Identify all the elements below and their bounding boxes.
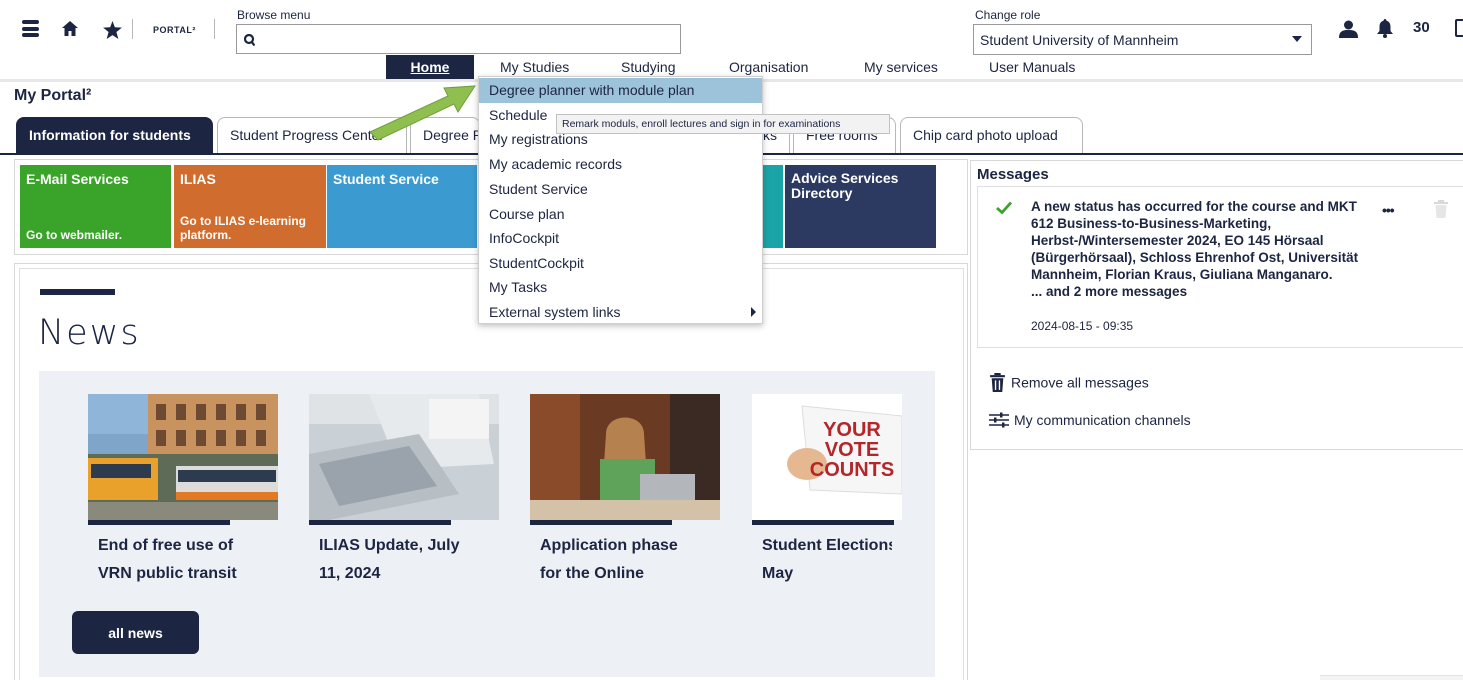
more-messages-link[interactable]: ... and 2 more messages (1031, 284, 1187, 299)
menu-item-course-plan[interactable]: Course plan (479, 202, 762, 227)
card-underline (309, 520, 451, 525)
remove-all-label: Remove all messages (1011, 374, 1149, 391)
tram-photo[interactable] (88, 394, 278, 520)
menu-item-my-tasks[interactable]: My Tasks (479, 275, 762, 300)
card-title-line: VRN public transit (98, 565, 237, 582)
news-section: News End of free use of VRN public trans… (14, 263, 968, 680)
news-card-title[interactable]: End of free use of VRN public transit (88, 532, 268, 588)
menu-item-studentcockpit[interactable]: StudentCockpit (479, 251, 762, 276)
remove-all-messages-button[interactable]: Remove all messages (989, 373, 1149, 395)
message-body: A new status has occurred for the course… (1031, 199, 1359, 282)
home-icon[interactable] (62, 21, 78, 41)
tile-advice-services-directory[interactable]: Advice Services Directory (785, 165, 936, 248)
sign-line: COUNTS (810, 459, 894, 481)
card-title-line: 11, 2024 (319, 565, 381, 582)
card-title-line: ILIAS Update, July (319, 537, 460, 554)
search-input[interactable] (237, 25, 680, 53)
portal-logo[interactable]: PORTAL² (153, 25, 196, 35)
browse-menu-label: Browse menu (237, 8, 311, 22)
menu-item-my-academic-records[interactable]: My academic records (479, 152, 762, 177)
sign-line: YOUR (823, 419, 881, 441)
tile-title: Student Service (333, 171, 439, 187)
annotation-arrow-icon (340, 82, 480, 147)
tile-ilias[interactable]: ILIAS Go to ILIAS e-learning platform. (174, 165, 326, 248)
separator (132, 19, 133, 39)
news-card-title[interactable]: ILIAS Update, July 11, 2024 (309, 532, 489, 588)
tab-information-for-students[interactable]: Information for students (16, 117, 213, 153)
message-timestamp: 2024-08-15 - 09:35 (1031, 319, 1134, 333)
news-card-title[interactable]: Application phase for the Online (530, 532, 710, 588)
your-vote-counts-sign[interactable]: YOUR VOTE COUNTS (752, 394, 902, 520)
news-card[interactable]: Application phase for the Online (530, 394, 720, 588)
card-underline (530, 520, 672, 525)
menu-item-student-service[interactable]: Student Service (479, 177, 762, 202)
chevron-right-icon (751, 307, 756, 317)
card-title-line: May (762, 565, 794, 582)
card-title-line: Student Elections (762, 537, 892, 554)
messages-panel: Messages A new status has occurred for t… (970, 160, 1463, 450)
news-card[interactable]: YOUR VOTE COUNTS Student Elections May (752, 394, 902, 588)
communication-channels-button[interactable]: My communication channels (989, 412, 1191, 431)
menu-item-infocockpit[interactable]: InfoCockpit (479, 226, 762, 251)
star-icon[interactable] (103, 21, 122, 44)
card-title-line: End of free use of (98, 537, 234, 554)
tile-email-services[interactable]: E-Mail Services Go to webmailer. (20, 165, 171, 248)
nav-my-services[interactable]: My services (864, 55, 938, 79)
tile-subtitle: Go to webmailer. (26, 228, 123, 242)
news-heading: News (38, 313, 141, 353)
messages-title: Messages (977, 166, 1049, 183)
laptop-photo[interactable] (309, 394, 499, 520)
tab-chip-card-photo-upload[interactable]: Chip card photo upload (900, 117, 1083, 153)
news-carousel: End of free use of VRN public transit IL… (39, 371, 935, 677)
check-icon (996, 201, 1013, 219)
header: PORTAL² Browse menu Change role Student … (0, 0, 1463, 80)
message-text: A new status has occurred for the course… (1031, 198, 1381, 300)
search-icon (243, 33, 256, 51)
sidebar-toggle-icon[interactable] (1455, 19, 1463, 37)
role-select[interactable]: Student University of Mannheim (973, 24, 1312, 55)
news-card[interactable]: ILIAS Update, July 11, 2024 (309, 394, 499, 588)
role-select-value: Student University of Mannheim (980, 32, 1179, 48)
tooltip: Remark moduls, enroll lectures and sign … (556, 114, 890, 134)
nav-user-manuals[interactable]: User Manuals (989, 55, 1075, 79)
tile-subtitle: Go to ILIAS e-learning platform. (180, 214, 307, 242)
tile-title: Advice Services Directory (791, 170, 899, 201)
page-title: My Portal² (14, 87, 92, 104)
tile-title: ILIAS (180, 171, 216, 187)
separator (214, 19, 215, 39)
more-options-icon[interactable]: ••• (1382, 202, 1395, 218)
sign-line: VOTE (825, 439, 879, 461)
sliders-icon (989, 412, 1009, 431)
tile-student-service[interactable]: Student Service (327, 165, 477, 248)
card-underline (752, 520, 894, 525)
menu-item-external-system-links[interactable]: External system links (479, 300, 762, 325)
trash-icon (989, 373, 1006, 395)
communication-channels-label: My communication channels (1014, 412, 1191, 429)
message-item[interactable]: A new status has occurred for the course… (977, 186, 1463, 348)
card-title-line: Application phase (540, 537, 678, 554)
notification-count[interactable]: 30 (1413, 19, 1430, 36)
menu-item-label: External system links (489, 304, 621, 320)
news-container: News End of free use of VRN public trans… (19, 268, 964, 680)
hamburger-menu-icon[interactable] (22, 20, 39, 37)
news-card[interactable]: End of free use of VRN public transit (88, 394, 278, 588)
all-news-button[interactable]: all news (72, 611, 199, 654)
card-title-line: for the Online (540, 565, 644, 582)
chevron-down-icon (1292, 36, 1302, 42)
tile-title: E-Mail Services (26, 171, 129, 187)
bell-icon[interactable] (1377, 19, 1393, 43)
card-underline (88, 520, 230, 525)
change-role-label: Change role (975, 8, 1041, 22)
popup-edge (1320, 675, 1463, 680)
student-laptop-photo[interactable] (530, 394, 720, 520)
user-icon[interactable] (1339, 20, 1358, 43)
menu-item-degree-planner[interactable]: Degree planner with module plan (479, 78, 762, 103)
news-accent-bar (40, 289, 115, 295)
browse-menu-search[interactable] (236, 24, 681, 54)
news-card-title[interactable]: Student Elections May (752, 532, 892, 588)
nav-home[interactable]: Home (386, 55, 474, 79)
trash-icon[interactable] (1434, 200, 1448, 223)
